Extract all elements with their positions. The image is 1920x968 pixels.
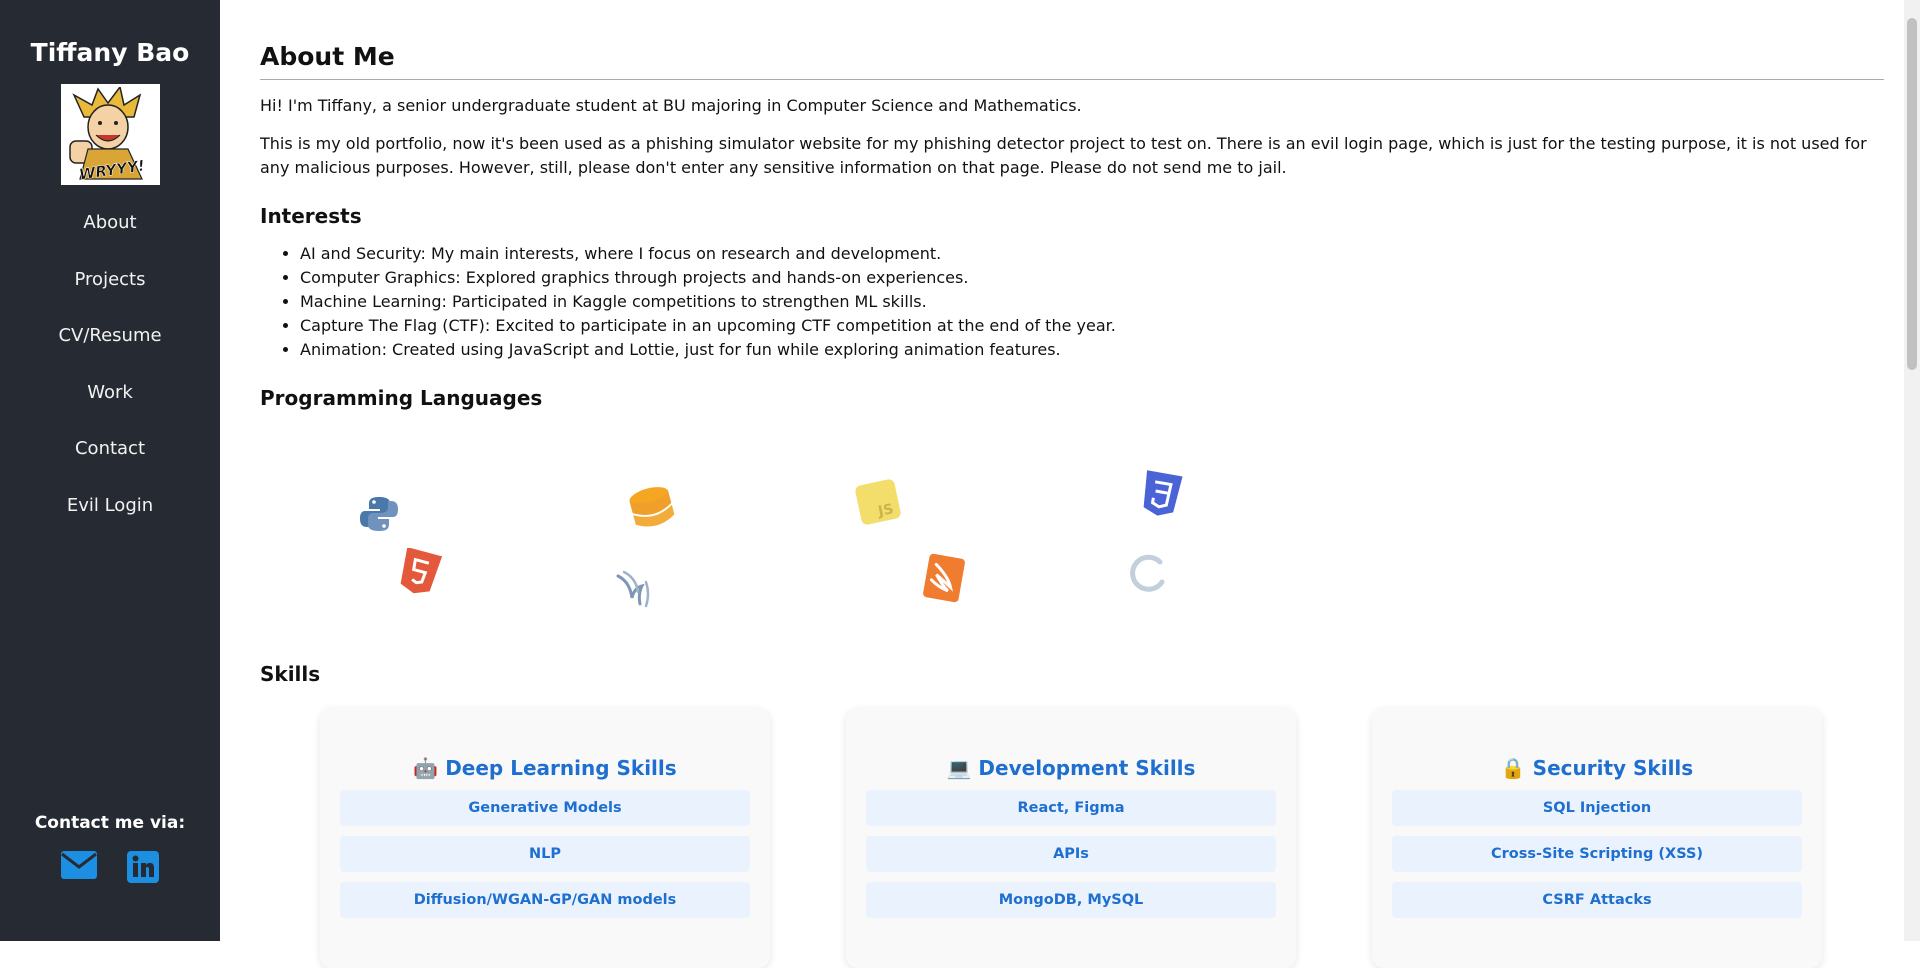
skill-item: React, Figma: [866, 790, 1276, 826]
html5-icon: [396, 548, 442, 598]
contact-icons: [0, 850, 220, 888]
language-icons-area: JS: [260, 410, 1884, 640]
list-item: AI and Security: My main interests, wher…: [300, 242, 1884, 266]
page-scrollbar[interactable]: [1904, 0, 1920, 941]
skill-item: APIs: [866, 836, 1276, 872]
languages-heading: Programming Languages: [260, 386, 543, 410]
skill-card-development: 💻 Development Skills React, Figma APIs M…: [846, 708, 1296, 968]
nav-item-contact[interactable]: Contact: [0, 421, 220, 478]
contact-label: Contact me via:: [34, 813, 186, 833]
main-content: About Me Hi! I'm Tiffany, a senior under…: [260, 0, 1884, 686]
database-icon: [626, 482, 678, 534]
card-title: Development Skills: [978, 756, 1196, 780]
nav-item-evil-login[interactable]: Evil Login: [0, 478, 220, 535]
skill-item: Generative Models: [340, 790, 750, 826]
nav-item-about[interactable]: About: [0, 195, 220, 252]
javascript-icon: JS: [854, 478, 902, 526]
seaborn-icon: [612, 568, 660, 612]
portfolio-note: This is my old portfolio, now it's been …: [260, 134, 1867, 177]
interests-heading: Interests: [260, 204, 362, 228]
list-item: Animation: Created using JavaScript and …: [300, 338, 1884, 362]
skill-item: MongoDB, MySQL: [866, 882, 1276, 918]
nav-item-work[interactable]: Work: [0, 365, 220, 422]
linkedin-icon[interactable]: [126, 850, 160, 888]
skill-item: Cross-Site Scripting (XSS): [1392, 836, 1802, 872]
c-language-icon: [1126, 550, 1172, 596]
list-item: Capture The Flag (CTF): Excited to parti…: [300, 314, 1884, 338]
svg-text:JS: JS: [876, 501, 895, 520]
swift-icon: [920, 552, 968, 604]
nav-item-projects[interactable]: Projects: [0, 252, 220, 309]
skill-card-deep-learning: 🤖 Deep Learning Skills Generative Models…: [320, 708, 770, 968]
page-title: About Me: [260, 42, 1884, 80]
intro-text: Hi! I'm Tiffany, a senior undergraduate …: [260, 96, 1082, 115]
scrollbar-thumb[interactable]: [1907, 18, 1917, 370]
lock-icon: 🔒: [1500, 756, 1526, 780]
skill-item: CSRF Attacks: [1392, 882, 1802, 918]
skill-item: Diffusion/WGAN-GP/GAN models: [340, 882, 750, 918]
laptop-icon: 💻: [946, 756, 972, 780]
css3-icon: [1138, 470, 1184, 520]
sidebar-nav: About Projects CV/Resume Work Contact Ev…: [0, 195, 220, 534]
python-icon: [358, 495, 400, 533]
nav-item-cv-resume[interactable]: CV/Resume: [0, 308, 220, 365]
robot-icon: 🤖: [413, 756, 439, 780]
skill-item: SQL Injection: [1392, 790, 1802, 826]
skill-card-security: 🔒 Security Skills SQL Injection Cross-Si…: [1372, 708, 1822, 968]
site-owner-name: Tiffany Bao: [30, 38, 190, 67]
email-icon[interactable]: [60, 850, 98, 888]
avatar: WRYYY!: [60, 84, 160, 185]
skills-heading: Skills: [260, 662, 321, 686]
list-item: Machine Learning: Participated in Kaggle…: [300, 290, 1884, 314]
list-item: Computer Graphics: Explored graphics thr…: [300, 266, 1884, 290]
card-title: Security Skills: [1532, 756, 1694, 780]
card-title: Deep Learning Skills: [445, 756, 677, 780]
interests-list: AI and Security: My main interests, wher…: [260, 242, 1884, 362]
avatar-illustration-icon: WRYYY!: [69, 86, 146, 183]
sidebar: Tiffany Bao WRYYY! About Projects CV/Res…: [0, 0, 220, 941]
skill-item: NLP: [340, 836, 750, 872]
skills-cards: 🤖 Deep Learning Skills Generative Models…: [320, 708, 1822, 968]
